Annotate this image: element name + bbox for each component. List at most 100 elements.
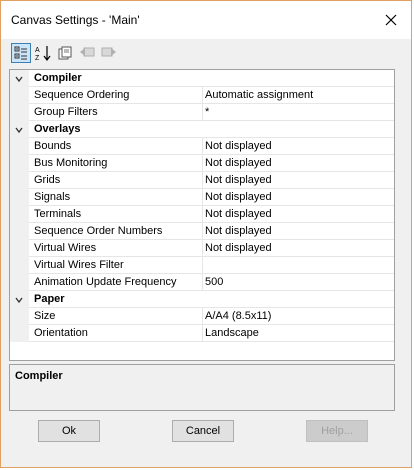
back-icon <box>80 47 95 57</box>
row-gutter <box>10 172 29 189</box>
column-divider[interactable] <box>202 189 203 206</box>
row-gutter <box>10 257 29 274</box>
row-gutter <box>10 274 29 291</box>
svg-text:A: A <box>35 47 40 54</box>
column-divider[interactable] <box>202 257 203 274</box>
canvas-settings-dialog: Canvas Settings - 'Main' A Z Compiler Se… <box>0 0 412 468</box>
property-value[interactable]: Not displayed <box>205 208 272 220</box>
dialog-footer: Ok Cancel Help... <box>1 412 411 467</box>
property-row[interactable]: Grids Not displayed <box>10 172 394 189</box>
property-name: Signals <box>34 191 71 203</box>
chevron-down-icon[interactable] <box>14 125 24 135</box>
property-name: Bus Monitoring <box>34 157 108 169</box>
property-name: Terminals <box>34 208 82 220</box>
forward-icon <box>101 47 116 57</box>
row-gutter <box>10 87 29 104</box>
property-row[interactable]: Orientation Landscape <box>10 325 394 342</box>
column-divider[interactable] <box>202 325 203 342</box>
category-row-compiler[interactable]: Compiler <box>10 70 394 87</box>
column-divider[interactable] <box>202 223 203 240</box>
property-row[interactable]: Sequence Ordering Automatic assignment <box>10 87 394 104</box>
property-name: Virtual Wires Filter <box>34 259 124 271</box>
property-grid[interactable]: Compiler Sequence Ordering Automatic ass… <box>9 69 395 361</box>
title-bar[interactable]: Canvas Settings - 'Main' <box>1 1 411 39</box>
property-name: Virtual Wires <box>34 242 97 254</box>
column-divider[interactable] <box>202 172 203 189</box>
row-gutter <box>10 240 29 257</box>
property-value[interactable]: Not displayed <box>205 140 272 152</box>
property-value[interactable]: Not displayed <box>205 157 272 169</box>
property-value[interactable]: Automatic assignment <box>205 89 313 101</box>
back-button[interactable] <box>77 43 97 63</box>
property-row[interactable]: Signals Not displayed <box>10 189 394 206</box>
property-name: Orientation <box>34 327 88 339</box>
property-row[interactable]: Sequence Order Numbers Not displayed <box>10 223 394 240</box>
ok-button[interactable]: Ok <box>38 420 100 442</box>
categorized-icon <box>14 46 27 60</box>
column-divider[interactable] <box>202 308 203 325</box>
forward-button[interactable] <box>99 43 119 63</box>
property-row[interactable]: Virtual Wires Filter <box>10 257 394 274</box>
row-gutter <box>10 325 29 342</box>
property-row[interactable]: Virtual Wires Not displayed <box>10 240 394 257</box>
property-row[interactable]: Terminals Not displayed <box>10 206 394 223</box>
column-divider[interactable] <box>202 87 203 104</box>
column-divider[interactable] <box>202 274 203 291</box>
category-row-paper[interactable]: Paper <box>10 291 394 308</box>
property-pages-icon <box>58 46 72 60</box>
row-gutter <box>10 291 29 308</box>
row-gutter <box>10 121 29 138</box>
property-value[interactable]: 500 <box>205 276 223 288</box>
property-name: Animation Update Frequency <box>34 276 177 288</box>
row-gutter <box>10 138 29 155</box>
property-name: Sequence Ordering <box>34 89 130 101</box>
category-label: Overlays <box>34 123 81 135</box>
category-label: Compiler <box>34 72 82 84</box>
row-gutter <box>10 223 29 240</box>
property-row[interactable]: Bounds Not displayed <box>10 138 394 155</box>
help-button[interactable]: Help... <box>306 420 368 442</box>
alphabetical-sort-icon: A Z <box>35 46 51 61</box>
category-row-overlays[interactable]: Overlays <box>10 121 394 138</box>
close-button[interactable] <box>377 7 405 33</box>
chevron-down-icon[interactable] <box>14 295 24 305</box>
property-row[interactable]: Animation Update Frequency 500 <box>10 274 394 291</box>
column-divider[interactable] <box>202 155 203 172</box>
property-value[interactable]: A/A4 (8.5x11) <box>205 310 271 322</box>
alphabetical-button[interactable]: A Z <box>33 43 53 63</box>
property-value[interactable]: Not displayed <box>205 174 272 186</box>
column-divider[interactable] <box>202 104 203 121</box>
row-gutter <box>10 189 29 206</box>
categorized-button[interactable] <box>11 43 31 63</box>
dialog-title: Canvas Settings - 'Main' <box>11 13 140 27</box>
svg-text:Z: Z <box>35 55 40 61</box>
property-row[interactable]: Group Filters * <box>10 104 394 121</box>
property-row[interactable]: Size A/A4 (8.5x11) <box>10 308 394 325</box>
close-icon <box>385 14 397 26</box>
column-divider[interactable] <box>202 138 203 155</box>
property-value[interactable]: Not displayed <box>205 225 272 237</box>
property-value[interactable]: Not displayed <box>205 191 272 203</box>
property-name: Bounds <box>34 140 72 152</box>
column-divider[interactable] <box>202 240 203 257</box>
property-value[interactable]: * <box>205 106 209 118</box>
property-name: Group Filters <box>34 106 98 118</box>
property-name: Sequence Order Numbers <box>34 225 163 237</box>
description-title: Compiler <box>15 370 63 382</box>
row-gutter <box>10 155 29 172</box>
property-value[interactable]: Not displayed <box>205 242 272 254</box>
property-name: Grids <box>34 174 61 186</box>
category-label: Paper <box>34 293 65 305</box>
description-pane: Compiler <box>9 364 395 411</box>
property-value[interactable]: Landscape <box>205 327 259 339</box>
property-toolbar: A Z <box>9 41 399 67</box>
property-row[interactable]: Bus Monitoring Not displayed <box>10 155 394 172</box>
cancel-button[interactable]: Cancel <box>172 420 234 442</box>
row-gutter <box>10 104 29 121</box>
row-gutter <box>10 308 29 325</box>
property-name: Size <box>34 310 56 322</box>
property-pages-button[interactable] <box>55 43 75 63</box>
chevron-down-icon[interactable] <box>14 74 24 84</box>
row-gutter <box>10 206 29 223</box>
column-divider[interactable] <box>202 206 203 223</box>
